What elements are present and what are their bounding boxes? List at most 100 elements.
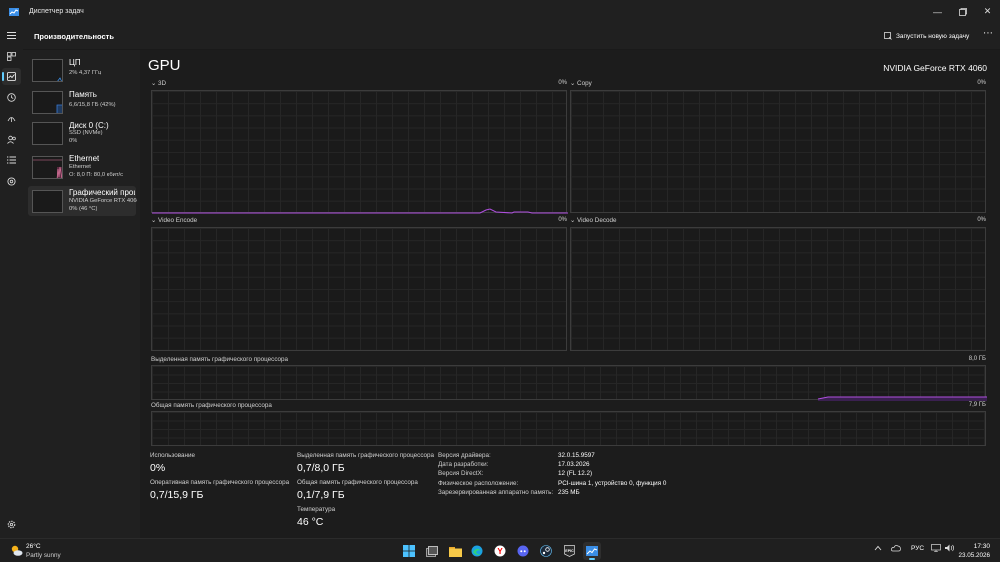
clock-time[interactable]: 17:30 — [974, 543, 990, 550]
title-bar: Диспетчер задач — ✕ — [0, 0, 1000, 23]
windows-start-icon[interactable] — [400, 542, 418, 560]
page-title: Производительность — [34, 32, 114, 41]
hamburger-menu-icon[interactable] — [2, 27, 21, 44]
resource-name: Ethernet — [69, 154, 100, 163]
resource-name: ЦП — [69, 58, 81, 67]
resource-title: GPU — [148, 57, 181, 74]
details-icon[interactable] — [2, 151, 21, 168]
resource-detail: 2% 4,37 ГГц — [69, 70, 102, 76]
usage-value: 0% — [150, 462, 166, 474]
engine-dropdown-3d[interactable]: ⌄ 3D — [151, 80, 166, 87]
engine-name: 3D — [158, 80, 167, 87]
task-view-icon[interactable] — [423, 542, 441, 560]
weather-description[interactable]: Partly sunny — [26, 552, 61, 559]
resource-cpu[interactable]: ЦП 2% 4,37 ГГц — [28, 55, 136, 85]
discord-icon[interactable] — [514, 542, 532, 560]
maximize-button[interactable] — [950, 0, 975, 23]
info-value: 32.0.15.9597 — [558, 452, 595, 459]
memory-thumbnail — [32, 91, 63, 114]
gpu-ram-value: 0,7/15,9 ГБ — [150, 489, 204, 501]
resource-name: Графический процессор 0 — [69, 188, 135, 197]
resource-ethernet[interactable]: Ethernet Ethernet О: 8,0 П: 80,0 кбит/с — [28, 152, 136, 182]
close-button[interactable]: ✕ — [975, 0, 1000, 23]
minimize-button[interactable]: — — [925, 0, 950, 23]
performance-icon[interactable] — [2, 68, 21, 85]
shared-memory-graph-label: Общая память графического процессора — [151, 402, 272, 409]
taskbar: 26°C Partly sunny Y EPIC РУС 17:30 23.05… — [0, 538, 1000, 562]
info-key: Версия драйвера: — [438, 452, 491, 459]
chevron-down-icon: ⌄ — [151, 80, 157, 87]
chevron-down-icon: ⌄ — [570, 80, 576, 87]
clock-date[interactable]: 23.05.2026 — [958, 552, 990, 559]
shared-memory-value: 0,1/7,9 ГБ — [297, 489, 345, 501]
engine-name: Video Decode — [577, 217, 617, 224]
steam-icon[interactable] — [537, 542, 555, 560]
resource-name: Диск 0 (C:) — [69, 121, 109, 130]
network-icon[interactable] — [931, 544, 941, 554]
task-manager-taskbar-icon[interactable] — [583, 542, 601, 560]
volume-icon[interactable] — [945, 544, 955, 554]
file-explorer-icon[interactable] — [446, 542, 464, 560]
graph-video-decode — [570, 227, 986, 351]
show-hidden-icons-icon[interactable] — [874, 544, 882, 554]
nav-rail — [0, 23, 23, 538]
window-title: Диспетчер задач — [29, 8, 84, 15]
gpu-ram-label: Оперативная память графического процессо… — [150, 479, 290, 486]
engine-dropdown-video-encode[interactable]: ⌄ Video Encode — [151, 217, 197, 224]
engine-percent: 0% — [558, 80, 567, 86]
dedicated-memory-value: 0,7/8,0 ГБ — [297, 462, 345, 474]
info-value: 235 МБ — [558, 489, 580, 496]
weather-temperature[interactable]: 26°C — [26, 543, 41, 550]
engine-dropdown-copy[interactable]: ⌄ Copy — [570, 80, 592, 87]
engine-percent: 0% — [977, 80, 986, 86]
language-indicator[interactable]: РУС — [911, 545, 924, 552]
resource-memory[interactable]: Память 6,6/15,8 ГБ (42%) — [28, 87, 136, 117]
resource-detail: Ethernet — [69, 164, 91, 170]
app-history-icon[interactable] — [2, 89, 21, 106]
yandex-browser-icon[interactable]: Y — [491, 542, 509, 560]
startup-apps-icon[interactable] — [2, 110, 21, 127]
weather-partly-sunny-icon[interactable] — [10, 544, 23, 557]
dedicated-memory-graph — [151, 365, 987, 401]
info-value: 17.03.2026 — [558, 461, 590, 468]
engine-name: Video Encode — [158, 217, 198, 224]
more-options-icon[interactable]: ⋯ — [981, 28, 995, 42]
engine-dropdown-video-decode[interactable]: ⌄ Video Decode — [570, 217, 616, 224]
info-value: PCI-шина 1, устройство 0, функция 0 — [558, 480, 667, 487]
dedicated-memory-graph-label: Выделенная память графического процессор… — [151, 356, 289, 363]
edge-browser-icon[interactable] — [468, 542, 486, 560]
resource-name: Память — [69, 90, 97, 99]
engine-percent: 0% — [558, 217, 567, 223]
temperature-value: 46 °C — [297, 516, 324, 528]
dedicated-memory-label: Выделенная память графического процессор… — [297, 452, 435, 459]
shared-memory-max: 7,9 ГБ — [968, 402, 986, 408]
shared-memory-graph — [151, 411, 986, 446]
usage-label: Использование — [150, 452, 195, 459]
shared-memory-label: Общая память графического процессора — [297, 479, 418, 486]
resource-gpu[interactable]: Графический процессор 0 NVIDIA GeForce R… — [28, 186, 137, 216]
svg-text:Y: Y — [497, 547, 503, 556]
graph-3d — [151, 90, 568, 214]
users-icon[interactable] — [2, 131, 21, 148]
epic-games-icon[interactable]: EPIC — [560, 542, 578, 560]
resource-detail-2: О: 8,0 П: 80,0 кбит/с — [69, 172, 124, 178]
resource-detail: 6,6/15,8 ГБ (42%) — [69, 102, 116, 108]
chevron-down-icon: ⌄ — [570, 217, 576, 224]
chevron-down-icon: ⌄ — [151, 217, 157, 224]
temperature-label: Температура — [297, 506, 336, 513]
performance-panel: GPU NVIDIA GeForce RTX 4060 ⌄ 3D 0% ⌄ Co… — [140, 50, 1000, 538]
settings-icon[interactable] — [2, 516, 21, 533]
services-icon[interactable] — [2, 173, 21, 190]
resource-disk[interactable]: Диск 0 (C:) SSD (NVMe) 0% — [28, 118, 136, 148]
run-new-task-button[interactable]: Запустить новую задачу — [884, 32, 969, 40]
page-header: Производительность Запустить новую задач… — [23, 23, 1000, 50]
run-task-icon — [884, 32, 892, 40]
svg-text:EPIC: EPIC — [565, 549, 574, 553]
engine-name: Copy — [577, 80, 592, 87]
processes-icon[interactable] — [2, 48, 21, 65]
gpu-model: NVIDIA GeForce RTX 4060 — [883, 63, 987, 73]
resource-detail-2: 0% — [69, 138, 78, 144]
dedicated-memory-max: 8,0 ГБ — [968, 356, 986, 362]
cloud-sync-icon[interactable] — [891, 544, 901, 554]
cpu-thumbnail — [32, 59, 63, 82]
